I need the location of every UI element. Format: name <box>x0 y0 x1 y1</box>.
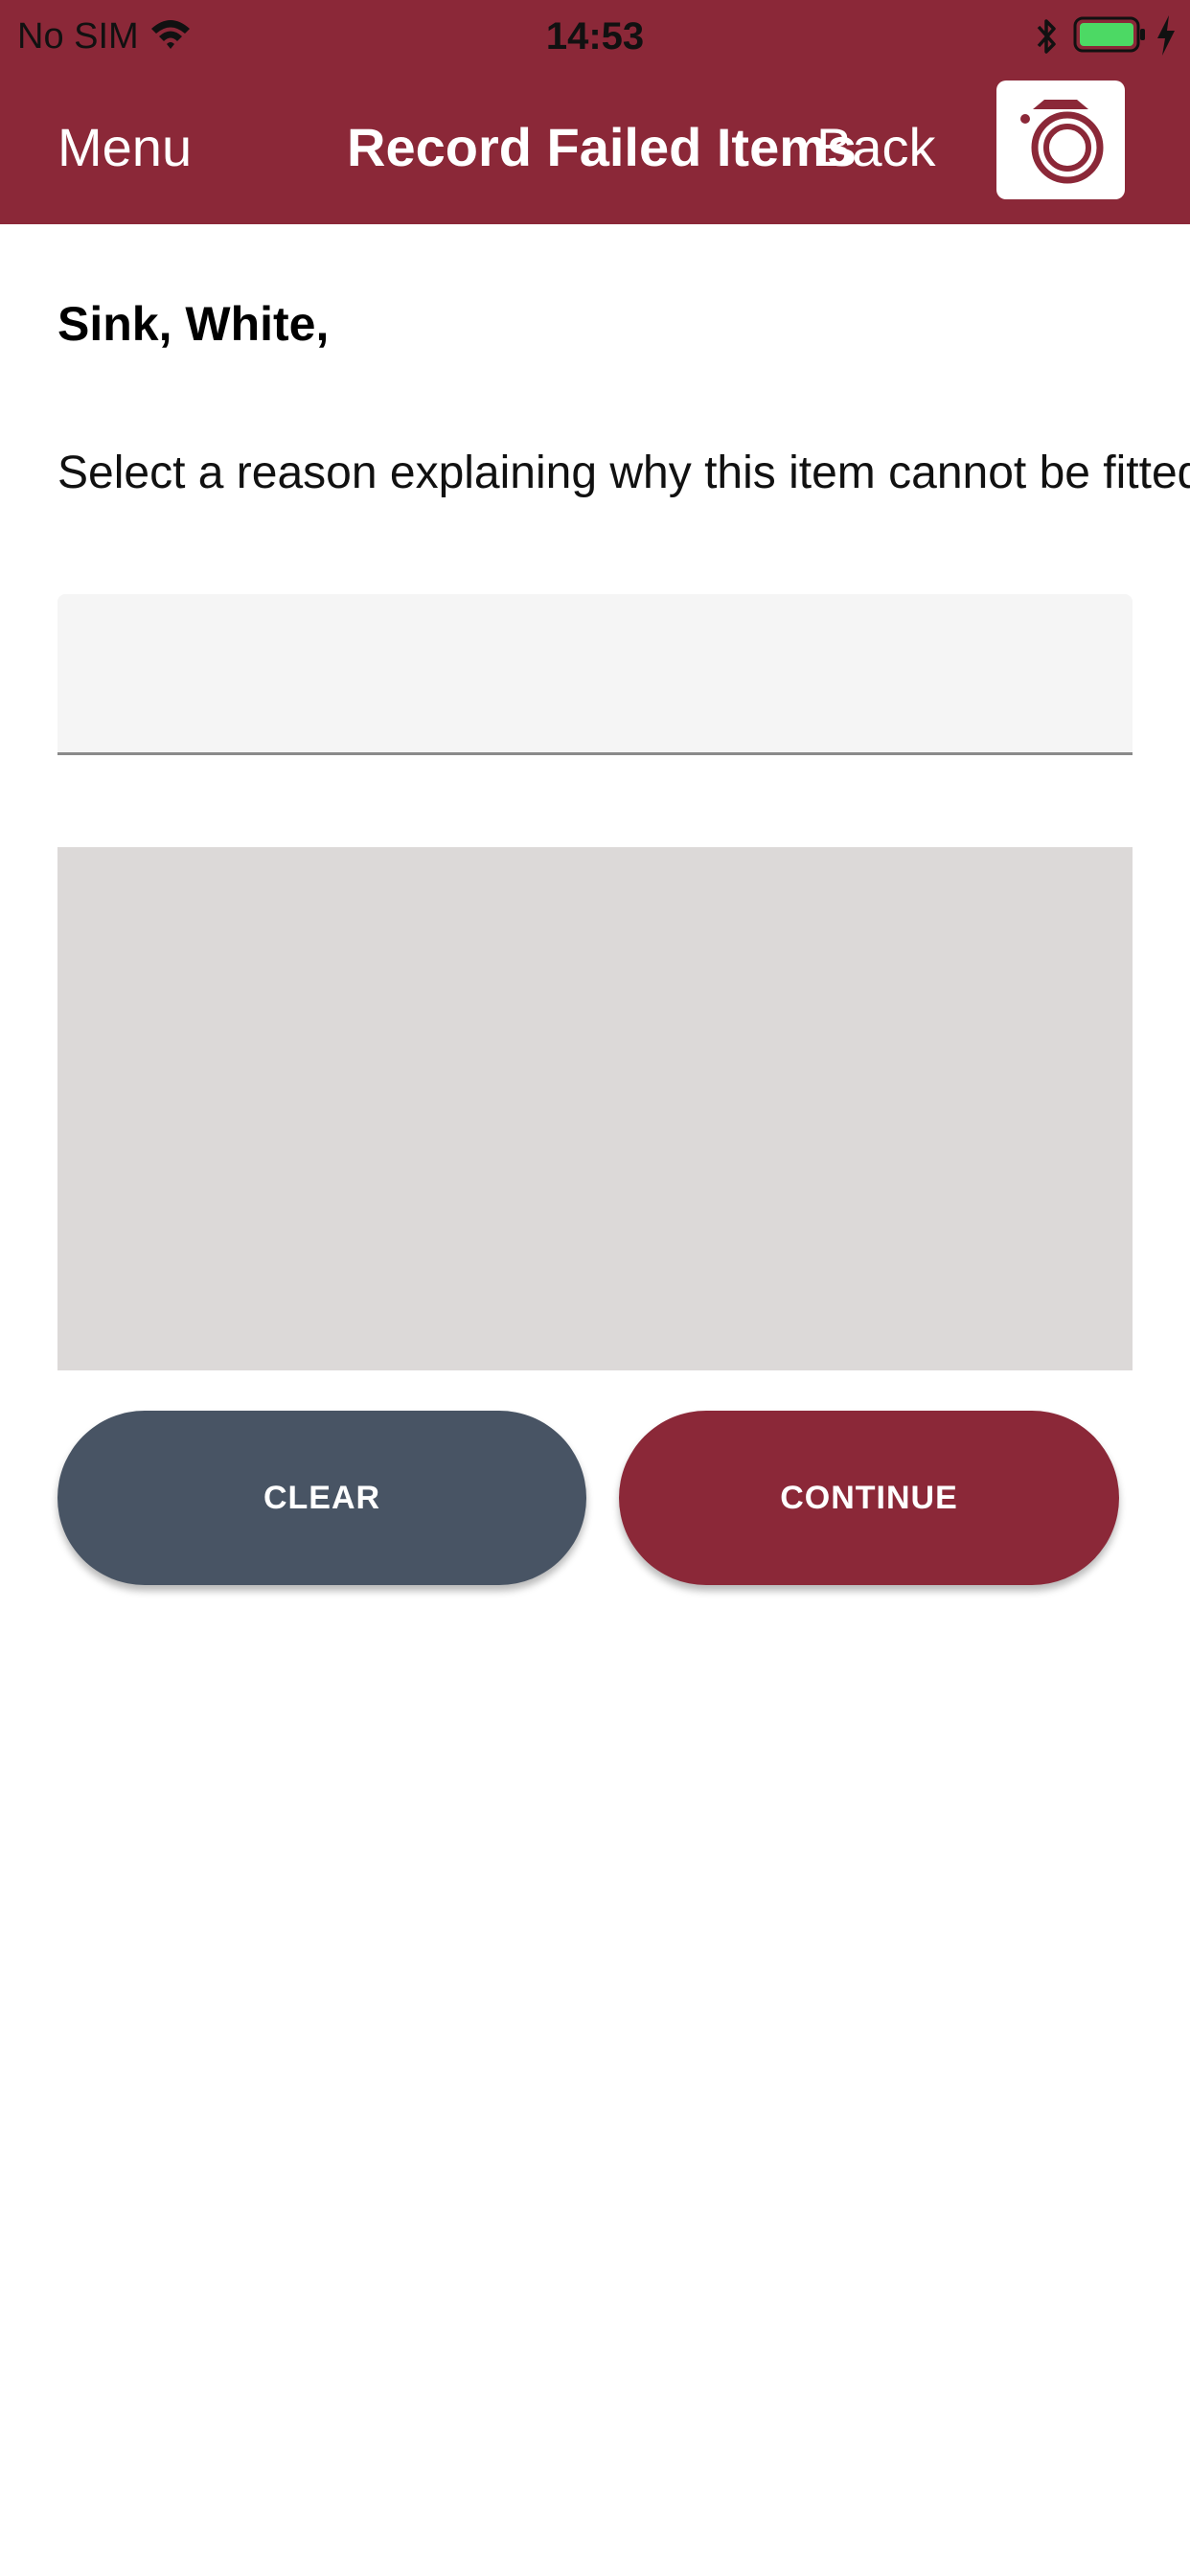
page-title: Record Failed Items <box>347 117 858 177</box>
signature-pad[interactable] <box>57 847 1133 1370</box>
status-bar: No SIM 14:53 <box>0 0 1190 73</box>
instruction-text: Select a reason explaining why this item… <box>57 448 1190 498</box>
item-name: Sink, White, <box>57 297 330 351</box>
bluetooth-icon <box>1033 13 1060 59</box>
app-header: No SIM 14:53 Menu Record Failed Items Ba… <box>0 0 1190 224</box>
menu-button[interactable]: Menu <box>57 113 192 182</box>
continue-button[interactable]: CONTINUE <box>619 1411 1119 1585</box>
status-time: 14:53 <box>545 15 645 58</box>
battery-icon <box>1073 15 1148 54</box>
camera-icon <box>1020 100 1104 184</box>
back-button[interactable]: Back <box>816 113 936 182</box>
camera-button[interactable] <box>996 80 1125 199</box>
charging-bolt-icon <box>1154 13 1179 58</box>
reason-select[interactable] <box>57 594 1133 755</box>
clear-button[interactable]: CLEAR <box>57 1411 586 1585</box>
